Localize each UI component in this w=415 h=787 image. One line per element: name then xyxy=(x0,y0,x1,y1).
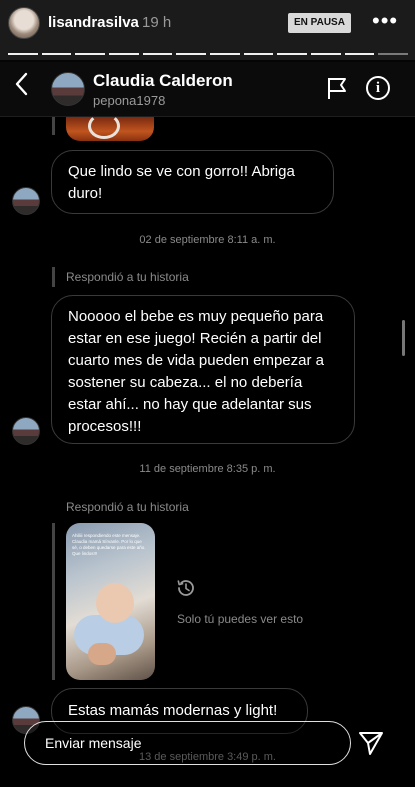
message-text: Que lindo se ve con gorro!! Abriga duro! xyxy=(68,163,295,202)
story-author-avatar[interactable] xyxy=(8,7,40,39)
message-bubble[interactable]: Que lindo se ve con gorro!! Abriga duro! xyxy=(51,150,334,214)
story-reply-thumbnail[interactable]: Ahiliii respondiendo este mensaje. Claud… xyxy=(66,523,155,680)
replied-label: Respondió a tu historia xyxy=(66,270,189,284)
history-icon xyxy=(177,580,194,596)
thumbnail-baby-head xyxy=(96,583,134,623)
replied-label: Respondió a tu historia xyxy=(66,500,189,514)
story-progress-segment xyxy=(311,53,341,55)
story-progress-segment xyxy=(109,53,139,55)
story-time: 19 h xyxy=(142,14,172,31)
message-timestamp: 11 de septiembre 8:35 p. m. xyxy=(139,463,276,475)
dm-avatar[interactable] xyxy=(51,72,85,106)
flag-icon[interactable] xyxy=(326,76,348,100)
reply-indicator-bar xyxy=(52,267,55,287)
sender-avatar xyxy=(12,187,40,215)
story-progress-segment xyxy=(142,53,173,55)
story-progress-segment xyxy=(344,53,375,55)
story-progress-segment xyxy=(210,53,240,55)
dm-header: Claudia Calderon pepona1978 i xyxy=(0,62,415,117)
story-progress-segment xyxy=(75,53,106,55)
thumbnail-caption: Ahiliii respondiendo este mensaje. Claud… xyxy=(72,533,146,556)
dm-contact-handle: pepona1978 xyxy=(93,93,166,108)
story-progress-bar xyxy=(8,53,409,56)
paused-badge: EN PAUSA xyxy=(288,13,351,33)
message-text: Estas mamás modernas y light! xyxy=(68,702,278,719)
story-progress-segment xyxy=(176,53,207,55)
story-viewer: lisandrasilva 19 h EN PAUSA ••• Claudia … xyxy=(0,0,415,787)
story-progress-segment xyxy=(378,53,409,55)
scrollbar[interactable] xyxy=(402,320,405,356)
info-icon[interactable]: i xyxy=(366,76,390,100)
story-progress-segment xyxy=(277,53,308,55)
message-bubble[interactable]: Nooooo el bebe es muy pequeño para estar… xyxy=(51,295,355,444)
message-composer[interactable] xyxy=(24,721,351,765)
sender-avatar xyxy=(12,417,40,445)
reply-indicator-bar xyxy=(52,523,55,680)
story-author-username[interactable]: lisandrasilva xyxy=(48,14,139,31)
send-icon[interactable] xyxy=(356,728,386,758)
only-you-can-see-note: Solo tú puedes ver esto xyxy=(177,612,304,626)
chevron-left-icon[interactable] xyxy=(14,72,28,101)
story-progress-segment xyxy=(41,53,72,55)
dm-contact-name[interactable]: Claudia Calderon xyxy=(93,71,233,91)
thumbnail-hand xyxy=(88,643,116,665)
message-input[interactable] xyxy=(45,735,325,751)
message-text: Nooooo el bebe es muy pequeño para estar… xyxy=(68,308,324,435)
reply-indicator-bar xyxy=(52,117,55,135)
message-thread xyxy=(0,117,415,787)
shared-image-partial[interactable] xyxy=(66,117,154,141)
message-timestamp: 02 de septiembre 8:11 a. m. xyxy=(139,234,276,246)
story-header: lisandrasilva 19 h EN PAUSA ••• xyxy=(0,0,415,60)
story-progress-segment xyxy=(243,53,274,55)
more-horizontal-icon[interactable]: ••• xyxy=(372,8,398,34)
story-progress-segment xyxy=(8,53,38,55)
